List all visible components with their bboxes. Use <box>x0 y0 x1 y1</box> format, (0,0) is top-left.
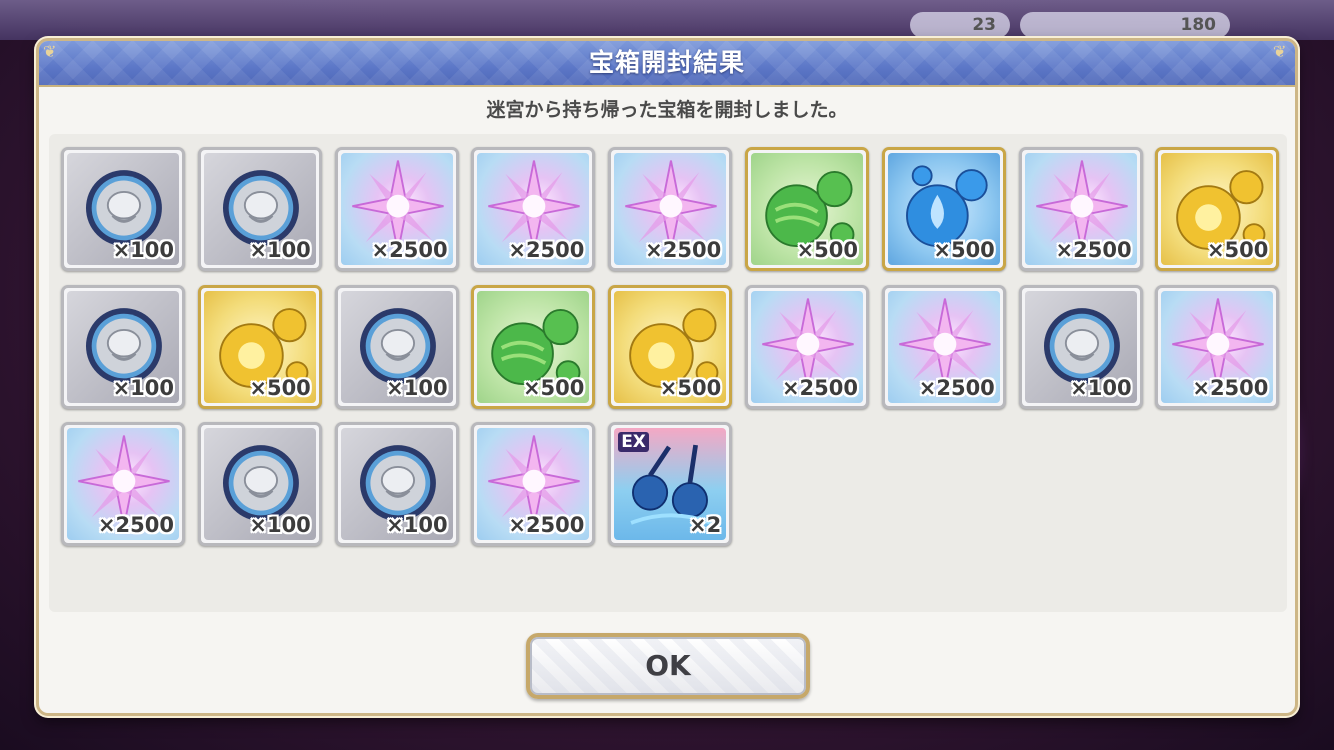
reward-item-art: ×2500 <box>887 290 1000 403</box>
reward-item-art: ×100 <box>67 290 179 403</box>
dialog-message: 迷宮から持ち帰った宝箱を開封しました。 <box>486 99 848 121</box>
reward-item[interactable]: ×2500 <box>1155 284 1280 409</box>
reward-item-art: ×100 <box>340 290 453 403</box>
reward-item-art: ×500 <box>477 290 590 403</box>
reward-item[interactable]: ×100 <box>197 422 322 546</box>
reward-item-art: ×100 <box>340 428 453 540</box>
reward-item[interactable]: ×2500 <box>334 147 459 271</box>
reward-item-art: ×500 <box>614 290 727 403</box>
reward-item[interactable]: ×500 <box>745 147 869 271</box>
reward-item-art: ×100 <box>67 153 179 265</box>
reward-item-art: ×2500 <box>1024 153 1137 265</box>
reward-item[interactable]: ×100 <box>334 284 459 409</box>
reward-item[interactable]: ×2500 <box>745 284 869 409</box>
reward-item-art: ×500 <box>887 153 1000 265</box>
reward-item[interactable]: ×100 <box>61 147 185 271</box>
ok-button-label: OK <box>645 649 691 682</box>
reward-item-art: ×2500 <box>340 153 453 265</box>
reward-item-art: ×500 <box>203 290 316 403</box>
reward-quantity: ×100 <box>386 513 448 537</box>
reward-item-art: ×100 <box>203 428 316 540</box>
dialog-title: 宝箱開封結果 <box>588 48 745 77</box>
reward-quantity: ×500 <box>1206 238 1269 262</box>
reward-item[interactable]: ×2500 <box>1018 147 1143 271</box>
reward-quantity: ×100 <box>386 375 448 400</box>
reward-item[interactable]: ×2500 <box>471 422 596 546</box>
reward-item-art: ×500 <box>751 153 863 265</box>
reward-item[interactable]: ×100 <box>334 422 459 546</box>
reward-item-art: ×2500 <box>477 428 590 540</box>
reward-item-art: EX ×2 <box>614 428 727 540</box>
reward-item[interactable]: ×100 <box>197 147 322 271</box>
reward-item-art: ×2500 <box>67 428 179 540</box>
reward-quantity: ×500 <box>249 375 311 400</box>
reward-quantity: ×100 <box>112 375 174 400</box>
reward-quantity: ×500 <box>796 238 858 262</box>
reward-item-art: ×100 <box>203 153 316 265</box>
reward-quantity: ×100 <box>249 513 311 537</box>
reward-quantity: ×2500 <box>781 375 858 400</box>
reward-item[interactable]: ×2500 <box>61 422 185 546</box>
reward-item[interactable]: ×500 <box>608 284 733 409</box>
reward-item[interactable]: EX ×2 <box>608 422 733 546</box>
reward-item[interactable]: ×2500 <box>881 284 1006 409</box>
reward-quantity: ×100 <box>1070 375 1132 400</box>
reward-quantity: ×2500 <box>97 513 174 537</box>
reward-item[interactable]: ×100 <box>61 284 185 409</box>
reward-quantity: ×500 <box>522 375 585 400</box>
reward-quantity: ×2500 <box>645 238 722 262</box>
reward-item-art: ×2500 <box>614 153 727 265</box>
reward-quantity: ×2500 <box>1192 375 1269 400</box>
reward-quantity: ×500 <box>659 375 722 400</box>
reward-item[interactable]: ×2500 <box>471 147 596 271</box>
reward-quantity: ×2500 <box>918 375 995 400</box>
reward-quantity: ×2500 <box>508 513 585 537</box>
reward-item-art: ×2500 <box>1161 290 1274 403</box>
reward-quantity: ×500 <box>933 238 995 262</box>
reward-quantity: ×2500 <box>1055 238 1132 262</box>
reward-quantity: ×2500 <box>371 238 448 262</box>
reward-item[interactable]: ×2500 <box>608 147 733 271</box>
reward-item[interactable]: ×500 <box>471 284 596 409</box>
reward-item-art: ×2500 <box>477 153 590 265</box>
reward-quantity: ×100 <box>112 238 174 262</box>
reward-item-art: ×2500 <box>751 290 863 403</box>
reward-quantity: ×100 <box>249 238 311 262</box>
reward-item[interactable]: ×500 <box>197 284 322 409</box>
reward-grid: ×100 ×100 ×2500 ×2500 ×2500 ×500 ×500 ×2500 ×500… <box>49 134 1287 612</box>
reward-item-art: ×500 <box>1161 153 1274 265</box>
reward-item[interactable]: ×100 <box>1018 284 1143 409</box>
reward-quantity: ×2500 <box>508 238 585 262</box>
ex-badge: EX <box>618 432 649 452</box>
background-hud-counter-a: 23 <box>910 12 1010 38</box>
background-hud-counter-b: 180 <box>1020 12 1230 38</box>
reward-item[interactable]: ×500 <box>881 147 1006 271</box>
ok-button[interactable]: OK <box>526 633 810 699</box>
reward-item[interactable]: ×500 <box>1155 147 1280 271</box>
chest-result-dialog: ❦ ❦ 宝箱開封結果 迷宮から持ち帰った宝箱を開封しました。 ×100 ×100 ×… <box>36 38 1298 716</box>
reward-item-art: ×100 <box>1024 290 1137 403</box>
reward-quantity: ×2 <box>688 513 722 537</box>
